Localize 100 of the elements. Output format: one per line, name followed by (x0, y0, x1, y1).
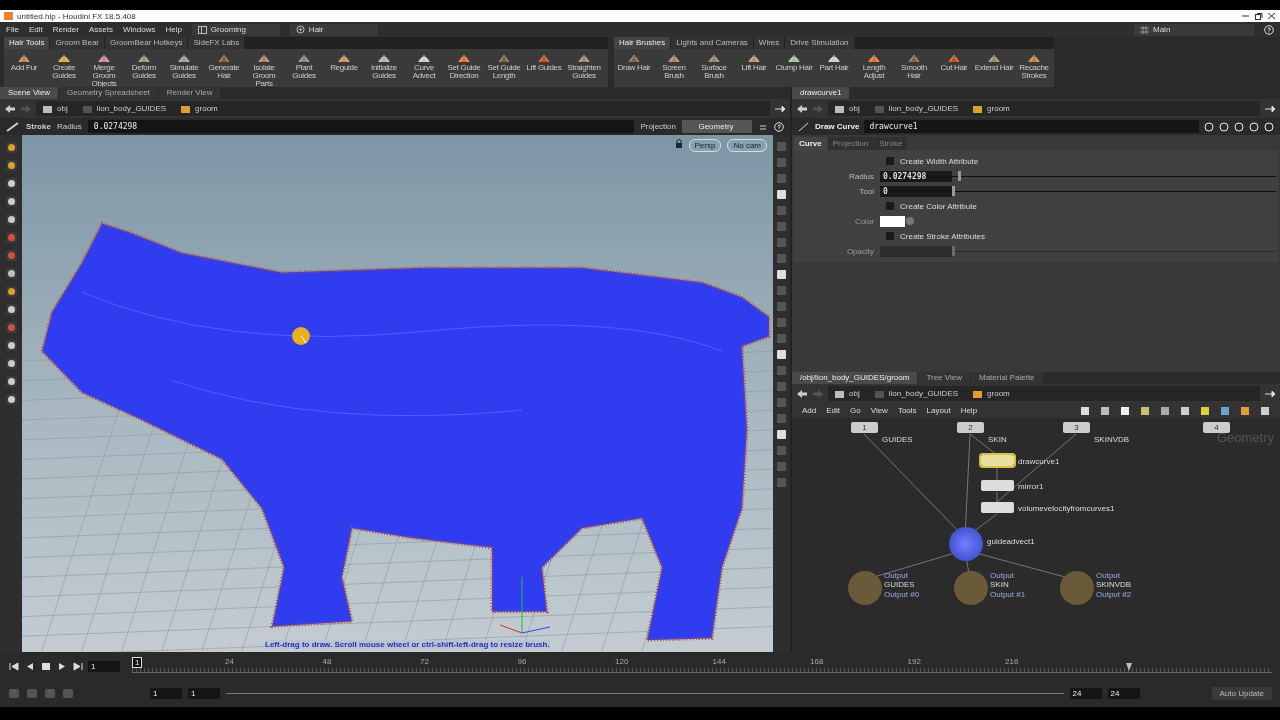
output-node[interactable] (954, 571, 988, 605)
shelf-tab[interactable]: Drive Simulation (785, 37, 854, 49)
checkbox[interactable] (886, 157, 894, 165)
tool-icon[interactable] (4, 375, 18, 388)
shelf-tool[interactable]: Recache Strokes (1014, 51, 1054, 87)
tool-icon[interactable] (4, 213, 18, 226)
menu-item[interactable]: Layout (926, 406, 951, 415)
shelf-tool[interactable]: Initialize Guides (364, 51, 404, 87)
menu-item[interactable]: Windows (122, 25, 156, 34)
shelf-tool[interactable]: Add Fur (4, 51, 44, 87)
start-frame-field[interactable]: 1 (150, 688, 182, 699)
close-icon[interactable] (1267, 12, 1276, 20)
display-option-icon[interactable] (776, 189, 787, 200)
lock-icon[interactable] (674, 139, 683, 149)
shelf-tool[interactable]: Set Guide Direction (444, 51, 484, 87)
view-menu-button[interactable]: Persp (688, 139, 722, 152)
minimize-icon[interactable] (1241, 12, 1250, 20)
shelf-tool[interactable]: Screen Brush (654, 51, 694, 87)
value-field[interactable]: 0 (880, 185, 952, 197)
shelf-tool[interactable]: Lift Hair (734, 51, 774, 87)
path-button[interactable]: groom (987, 389, 1010, 398)
slider-thumb[interactable] (952, 186, 955, 196)
subnet-input-node[interactable]: 4 (1203, 422, 1230, 433)
shelf-tool[interactable]: Set Guide Length (484, 51, 524, 87)
display-option-icon[interactable] (776, 349, 787, 360)
shelf-tool[interactable]: Draw Hair (614, 51, 654, 87)
folder-tab[interactable]: Projection (827, 137, 874, 150)
path-button[interactable]: lion_body_GUIDES (888, 104, 959, 113)
menu-item[interactable]: Add (802, 406, 817, 415)
shelf-tool[interactable]: Generate Hair (204, 51, 244, 87)
menu-item[interactable]: Render (52, 25, 79, 34)
node[interactable] (981, 480, 1014, 491)
path-button[interactable]: obj (849, 104, 860, 113)
tool-icon[interactable] (4, 303, 18, 316)
path-button[interactable]: lion_body_GUIDES (888, 389, 959, 398)
tool-icon[interactable] (4, 285, 18, 298)
tool-icon[interactable] (4, 267, 18, 280)
subnet-input-node[interactable]: 2 (957, 422, 984, 433)
view-menu-button[interactable]: No cam (727, 139, 767, 152)
menu-item[interactable]: Go (850, 406, 861, 415)
menu-item[interactable]: Assets (88, 25, 113, 34)
shelf-tool[interactable]: Clump Hair (774, 51, 814, 87)
path-button[interactable]: groom (987, 104, 1010, 113)
tool-icon[interactable] (4, 357, 18, 370)
folder-tab[interactable]: Stroke (874, 137, 908, 150)
pane-tab[interactable]: Scene View (0, 87, 59, 99)
menu-item[interactable]: Tools (897, 406, 917, 415)
auto-update-dropdown[interactable]: Auto Update (1211, 687, 1272, 700)
folder-tab[interactable]: Curve (794, 137, 827, 150)
restore-icon[interactable] (1254, 12, 1263, 20)
shelf-tab[interactable]: Wires (753, 37, 785, 49)
slider-thumb[interactable] (958, 171, 962, 181)
node[interactable] (981, 502, 1014, 513)
tool-icon[interactable] (4, 177, 18, 190)
shelf-tool[interactable]: Reguide (324, 51, 364, 87)
skip-to-start-icon[interactable] (8, 660, 20, 672)
pane-tab[interactable]: Tree View (918, 372, 970, 384)
current-frame-marker[interactable]: 1 (132, 657, 143, 668)
shelf-tool[interactable]: Part Hair (814, 51, 854, 87)
shelf-tool[interactable]: Extend Hair (974, 51, 1014, 87)
range-end-field[interactable]: 24 (1069, 688, 1102, 699)
menu-item[interactable]: Edit (28, 25, 43, 34)
shelf-tab[interactable]: Lights and Cameras (671, 37, 753, 49)
desktop-dropdown[interactable]: Grooming (191, 23, 280, 36)
shelf-tab[interactable]: SideFX Labs (188, 37, 245, 49)
tool-icon[interactable] (4, 159, 18, 172)
node-name-field[interactable]: drawcurve1 (864, 120, 1199, 133)
solver-node[interactable] (949, 527, 983, 561)
range-start-field[interactable]: 1 (188, 688, 220, 699)
menu-item[interactable]: Edit (826, 406, 841, 415)
shelf-tool[interactable]: Straighten Guides (564, 51, 604, 87)
shelf-tool[interactable]: Length Adjust (854, 51, 894, 87)
shelf-tool[interactable]: Smooth Hair (894, 51, 934, 87)
skip-to-end-icon[interactable] (72, 660, 84, 672)
menu-item[interactable]: File (6, 25, 19, 34)
shelf-tool[interactable]: Lift Guides (524, 51, 564, 87)
display-option-icon[interactable] (776, 269, 787, 280)
shelf-tool[interactable]: Simulate Guides (164, 51, 204, 87)
path-button[interactable]: groom (195, 104, 218, 113)
shelf-tab[interactable]: Groom Bear (50, 37, 104, 49)
path-button[interactable]: lion_body_GUIDES (96, 104, 167, 113)
output-node[interactable] (1060, 571, 1094, 605)
viewport[interactable]: Persp No cam Left-drag to draw. Scroll mouse wheel or ctrl-shift-left-drag to resize brush. (22, 135, 773, 652)
path-button[interactable]: obj (849, 389, 860, 398)
output-node[interactable] (848, 571, 882, 605)
pane-tab[interactable]: drawcurve1 (792, 87, 850, 99)
desktop-dropdown[interactable]: Main (1134, 23, 1254, 36)
menu-item[interactable]: Help (165, 25, 182, 34)
pane-tab[interactable]: Material Palette (970, 372, 1043, 384)
pane-tab[interactable]: Render View (158, 87, 221, 99)
shelf-tool[interactable]: Plant Guides (284, 51, 324, 87)
shelf-tool[interactable]: Curve Advect (404, 51, 444, 87)
tool-icon[interactable] (4, 141, 18, 154)
shelf-tool[interactable]: Deform Guides (124, 51, 164, 87)
timeline-ruler[interactable]: 1 24 48 72 96 120 144 168 192 216 (132, 659, 1272, 673)
tool-icon[interactable] (4, 393, 18, 406)
path-button[interactable]: obj (57, 104, 68, 113)
node[interactable] (981, 455, 1014, 466)
frame-field[interactable]: 1 (88, 660, 120, 672)
subnet-input-node[interactable]: 3 (1063, 422, 1090, 433)
